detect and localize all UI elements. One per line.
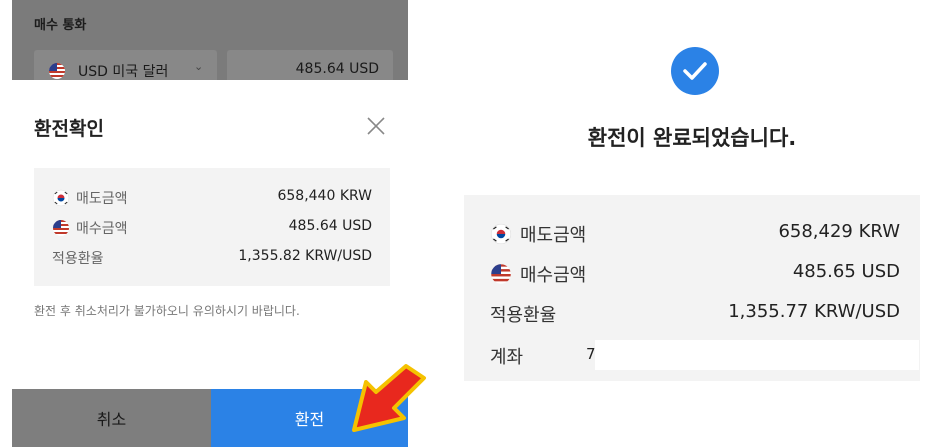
dimmed-background: 매수 통화 USD 미국 달러 ⌄ 485.64 USD [12,0,408,80]
red-arrow-annotation [352,364,426,432]
buy-amount-row: 매수금액 485.65 USD [490,261,900,286]
sell-amount-label: 매도금액 [520,225,587,246]
check-circle-icon [671,47,719,95]
chevron-down-icon: ⌄ [194,60,204,73]
sell-amount-label: 매도금액 [76,191,128,207]
sell-amount-value: 658,440 KRW [277,188,372,204]
buy-amount-label: 매수금액 [76,221,128,237]
buy-amount-field[interactable]: 485.64 USD [227,50,393,80]
exchange-summary: 매도금액 658,440 KRW 매수금액 485.64 USD 적용환율 1,… [34,168,390,286]
us-flag-icon [53,220,69,236]
currency-select[interactable]: USD 미국 달러 ⌄ [34,50,217,80]
cancel-button[interactable]: 취소 [12,389,211,447]
completion-title: 환전이 완료되었습니다. [587,126,797,150]
buy-amount-label: 매수금액 [520,265,587,286]
sell-amount-value: 658,429 KRW [778,221,900,242]
buy-amount-value: 485.64 USD [295,61,379,77]
buy-amount-summary-value: 485.64 USD [288,218,372,234]
exchange-result: 매도금액 658,429 KRW 매수금액 485.65 USD 적용환율 1,… [464,195,920,381]
us-flag-icon [49,63,65,79]
notice-text: 환전 후 취소처리가 불가하오니 유의하시기 바랍니다. [34,304,300,318]
exchange-rate-label: 적용환율 [490,305,557,326]
us-flag-icon [491,264,511,284]
account-label: 계좌 [490,347,524,368]
buy-amount-row: 매수금액 485.64 USD [52,218,372,238]
exchange-rate-row: 적용환율 1,355.77 KRW/USD [490,301,900,326]
account-redaction [595,340,919,370]
exchange-rate-value: 1,355.77 KRW/USD [728,301,900,322]
exchange-rate-label: 적용환율 [52,251,104,267]
close-icon[interactable] [366,116,386,136]
kr-flag-icon [52,189,70,207]
exchange-rate-row: 적용환율 1,355.82 KRW/USD [52,248,372,268]
exchange-rate-value: 1,355.82 KRW/USD [238,248,372,264]
sell-amount-row: 매도금액 658,440 KRW [52,188,372,208]
buy-currency-label: 매수 통화 [34,18,87,33]
currency-select-value: USD 미국 달러 [78,64,169,80]
sell-amount-row: 매도금액 658,429 KRW [490,221,900,246]
kr-flag-icon [490,223,512,245]
modal-title: 환전확인 [34,118,104,140]
buy-amount-value: 485.65 USD [792,261,900,282]
